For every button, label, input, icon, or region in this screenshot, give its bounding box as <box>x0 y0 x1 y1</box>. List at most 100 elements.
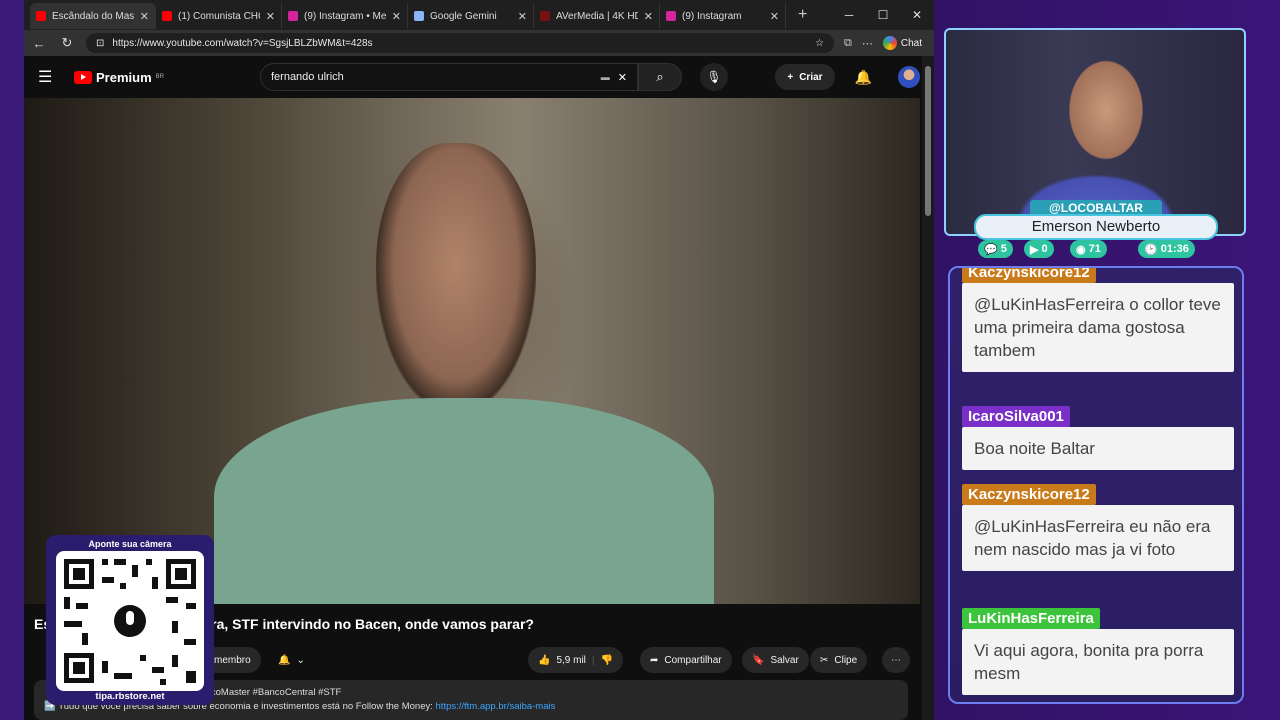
tab-title: Google Gemini <box>430 10 497 22</box>
search-input[interactable]: fernando ulrich ▬ ✕ <box>259 63 638 91</box>
tab-0[interactable]: Escândalo do Mas ✕ <box>30 3 156 29</box>
stat-uptime: 🕑 01:36 <box>1138 240 1195 258</box>
scrollbar[interactable] <box>922 56 934 720</box>
youtube-icon <box>162 11 172 21</box>
gemini-icon <box>414 11 424 21</box>
tab-1[interactable]: (1) Comunista CHORA ✕ <box>156 3 282 29</box>
tab-title: (9) Instagram • Mensa <box>304 10 386 22</box>
url-text: https://www.youtube.com/watch?v=SgsjLBLZ… <box>112 37 373 49</box>
back-icon[interactable]: ← <box>30 36 48 51</box>
stat-viewers: ◉ 71 <box>1070 240 1107 258</box>
search-icon: ⌕ <box>656 69 664 84</box>
description-link[interactable]: https://ftm.app.br/saiba-mais <box>436 701 556 712</box>
scissors-icon: ✂ <box>820 654 829 666</box>
tab-title: Escândalo do Mas <box>52 10 134 22</box>
chat-message: IcaroSilva001 Boa noite Baltar <box>962 406 1234 470</box>
chat-text: Vi aqui agora, bonita pra porra mesm <box>962 629 1234 695</box>
search-value: fernando ulrich <box>270 71 344 83</box>
copilot-chat-button[interactable]: Chat <box>882 36 928 50</box>
video-frame-person-head <box>376 143 536 413</box>
more-actions-button[interactable]: ⋯ <box>882 647 910 673</box>
tab-title: AVerMedia | 4K HDMI <box>556 10 638 22</box>
tab-2[interactable]: (9) Instagram • Mensa ✕ <box>282 3 408 29</box>
qr-overlay: Aponte sua câmera tipa.rbstore.net <box>46 535 214 705</box>
address-bar: ← ↻ ⊡ https://www.youtube.com/watch?v=Sg… <box>24 30 934 56</box>
avatar[interactable] <box>898 66 920 88</box>
video-player[interactable] <box>24 98 920 604</box>
stat-value: 71 <box>1088 243 1101 255</box>
bell-icon: 🔔 <box>278 654 291 666</box>
brand-label: Premium <box>96 69 152 85</box>
chat-text: @LuKinHasFerreira eu não era nem nascido… <box>962 505 1234 571</box>
reload-icon[interactable]: ↻ <box>58 35 76 51</box>
url-field[interactable]: ⊡ https://www.youtube.com/watch?v=SgsjLB… <box>86 33 835 53</box>
close-icon[interactable]: ✕ <box>518 10 527 23</box>
scrollbar-thumb[interactable] <box>925 66 931 216</box>
close-window-icon[interactable]: ✕ <box>900 8 934 22</box>
more-icon[interactable]: ⋯ <box>862 37 873 50</box>
new-tab-button[interactable]: + <box>786 6 819 24</box>
voice-search-button[interactable]: 🎙 <box>699 63 728 91</box>
microphone-icon: 🎙 <box>706 70 722 84</box>
create-button[interactable]: + Criar <box>775 64 835 90</box>
youtube-icon <box>36 11 46 21</box>
extensions-icon[interactable]: ⧉ <box>844 37 852 50</box>
keyboard-icon[interactable]: ▬ <box>601 72 610 82</box>
clip-button[interactable]: ✂ Clipe <box>810 647 868 673</box>
subscription-bell[interactable]: 🔔 ⌄ <box>268 647 315 673</box>
create-label: Criar <box>799 71 823 83</box>
chat-username: LuKinHasFerreira <box>962 608 1100 629</box>
close-icon[interactable]: ✕ <box>644 10 653 23</box>
thumbs-down-icon[interactable]: 👎 <box>601 655 613 666</box>
like-count: 5,9 mil <box>556 654 586 666</box>
clear-search-icon[interactable]: ✕ <box>618 71 627 84</box>
plus-icon: + <box>787 71 794 83</box>
stat-youtube: ▶ 0 <box>1024 240 1054 258</box>
divider: | <box>591 654 595 666</box>
close-icon[interactable]: ✕ <box>770 10 779 23</box>
youtube-icon: ▶ <box>1030 243 1039 256</box>
chat-username: Kaczynskicore12 <box>962 484 1096 505</box>
notifications-icon[interactable]: 🔔 <box>855 69 872 86</box>
avermedia-icon <box>540 11 550 21</box>
video-frame-person-body <box>214 398 714 604</box>
youtube-icon <box>74 70 92 84</box>
chat-username: Kaczynskicore12 <box>962 268 1096 283</box>
tab-5[interactable]: (9) Instagram ✕ <box>660 3 786 29</box>
share-icon: ➦ <box>650 654 659 666</box>
share-label: Compartilhar <box>664 654 722 666</box>
tab-bar: Escândalo do Mas ✕ (1) Comunista CHORA ✕ (… <box>24 0 934 30</box>
more-icon: ⋯ <box>891 654 901 666</box>
chat-message: Kaczynskicore12 @LuKinHasFerreira eu não… <box>962 484 1234 571</box>
tab-title: (9) Instagram <box>682 10 742 22</box>
close-icon[interactable]: ✕ <box>266 10 275 23</box>
stat-value: 5 <box>1000 243 1007 255</box>
youtube-logo[interactable]: Premium BR <box>74 70 164 85</box>
share-button[interactable]: ➦ Compartilhar <box>640 647 732 673</box>
like-button[interactable]: 👍 5,9 mil | 👎 <box>528 647 623 673</box>
tab-4[interactable]: AVerMedia | 4K HDMI ✕ <box>534 3 660 29</box>
close-icon[interactable]: ✕ <box>392 10 401 23</box>
site-info-icon[interactable]: ⊡ <box>96 38 104 49</box>
streamer-nameplate: @LOCOBALTAR Emerson Newberto 💬 5 ▶ 0 ◉ 71 🕑… <box>974 200 1218 258</box>
minimize-icon[interactable]: ─ <box>832 8 866 22</box>
chat-username: IcaroSilva001 <box>962 406 1070 427</box>
chat-message: Kaczynskicore12 @LuKinHasFerreira o coll… <box>962 268 1234 372</box>
chat-text: @LuKinHasFerreira o collor teve uma prim… <box>962 283 1234 372</box>
tab-3[interactable]: Google Gemini ✕ <box>408 3 534 29</box>
search-button[interactable]: ⌕ <box>637 63 682 91</box>
maximize-icon[interactable]: ☐ <box>866 8 900 22</box>
member-label: membro <box>214 654 251 666</box>
qr-url: tipa.rbstore.net <box>95 691 165 702</box>
save-button[interactable]: 🔖 Salvar <box>742 647 809 673</box>
chevron-down-icon: ⌄ <box>296 654 305 666</box>
instagram-icon <box>666 11 676 21</box>
bookmark-icon: 🔖 <box>752 654 765 666</box>
star-icon[interactable]: ☆ <box>815 38 824 49</box>
tab-title: (1) Comunista CHORA <box>178 10 260 22</box>
viewers-icon: ◉ <box>1076 243 1086 256</box>
close-icon[interactable]: ✕ <box>140 10 149 23</box>
thumbs-up-icon: 👍 <box>538 654 551 666</box>
stat-chat: 💬 5 <box>978 240 1013 258</box>
menu-icon[interactable]: ☰ <box>38 67 62 87</box>
